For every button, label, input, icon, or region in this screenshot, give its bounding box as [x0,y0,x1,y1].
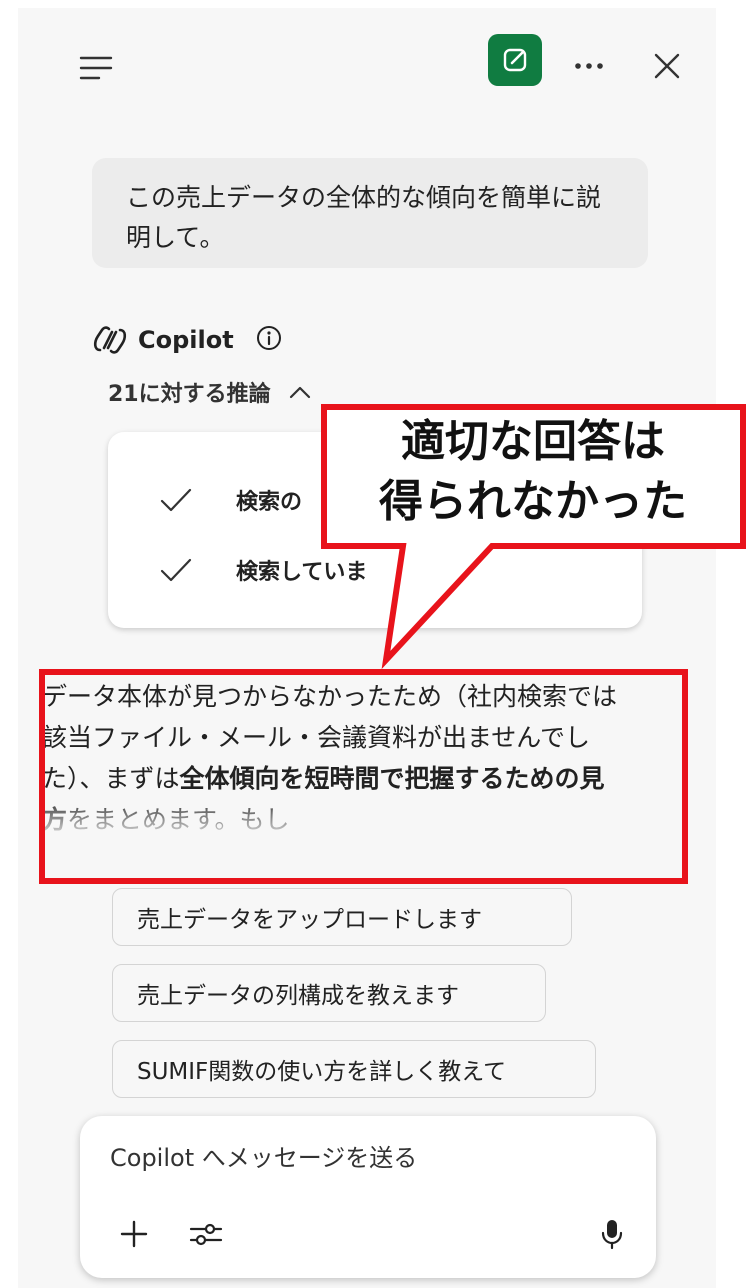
copilot-logo-icon [93,326,127,354]
tools-button[interactable] [184,1212,228,1256]
assistant-header: Copilot [92,322,282,358]
reasoning-label: 21に対する推論 [108,382,271,407]
sliders-icon [189,1223,223,1246]
check-icon [160,488,192,512]
copilot-panel: この売上データの全体的な傾向を簡単に説明して。 Copilot 21に対する推論 [18,8,716,1288]
reasoning-toggle[interactable] [289,385,311,399]
hamburger-menu-icon [79,56,113,80]
suggestion-label: 売上データをアップロードします [137,907,482,933]
close-button[interactable] [644,44,690,88]
assistant-response: データ本体が見つからなかったため（社内検索では該当ファイル・メール・会議資料が出… [42,676,622,842]
annotation-line-1: 適切な回答は [401,416,665,467]
more-options-button[interactable] [566,44,612,88]
suggestion-chip[interactable]: 売上データをアップロードします [112,888,572,946]
annotation-line-2: 得られなかった [379,476,687,527]
more-horizontal-icon [575,63,603,69]
microphone-button[interactable] [590,1212,634,1256]
response-text-tail: をまとめます。もし [67,805,290,834]
reasoning-header[interactable]: 21に対する推論 [108,376,311,408]
assistant-name: Copilot [138,326,234,354]
close-icon [654,53,680,79]
suggestion-label: SUMIF関数の使い方を詳しく教えて [137,1059,507,1085]
plus-icon [120,1220,148,1248]
reasoning-step-label: 検索の [236,490,303,515]
add-button[interactable] [112,1212,156,1256]
check-icon [160,558,192,582]
suggestion-chip[interactable]: SUMIF関数の使い方を詳しく教えて [112,1040,596,1098]
message-composer [80,1116,656,1278]
chevron-up-icon [289,386,310,399]
suggestion-label: 売上データの列構成を教えます [137,983,459,1009]
new-chat-button[interactable] [488,34,542,86]
reasoning-step-label: 検索していま [236,560,368,585]
menu-button[interactable] [74,46,118,90]
annotation-text: 適切な回答は 得られなかった [330,412,736,532]
reasoning-step: 検索の [156,484,302,516]
info-icon [256,326,281,350]
compose-icon [503,48,527,72]
microphone-icon [601,1220,623,1250]
info-button[interactable] [256,325,282,355]
reasoning-step: 検索していま [156,554,367,586]
user-message-text: この売上データの全体的な傾向を簡単に説明して。 [126,183,602,252]
message-input[interactable] [110,1144,610,1172]
suggestion-chip[interactable]: 売上データの列構成を教えます [112,964,546,1022]
user-message-bubble: この売上データの全体的な傾向を簡単に説明して。 [92,158,648,268]
